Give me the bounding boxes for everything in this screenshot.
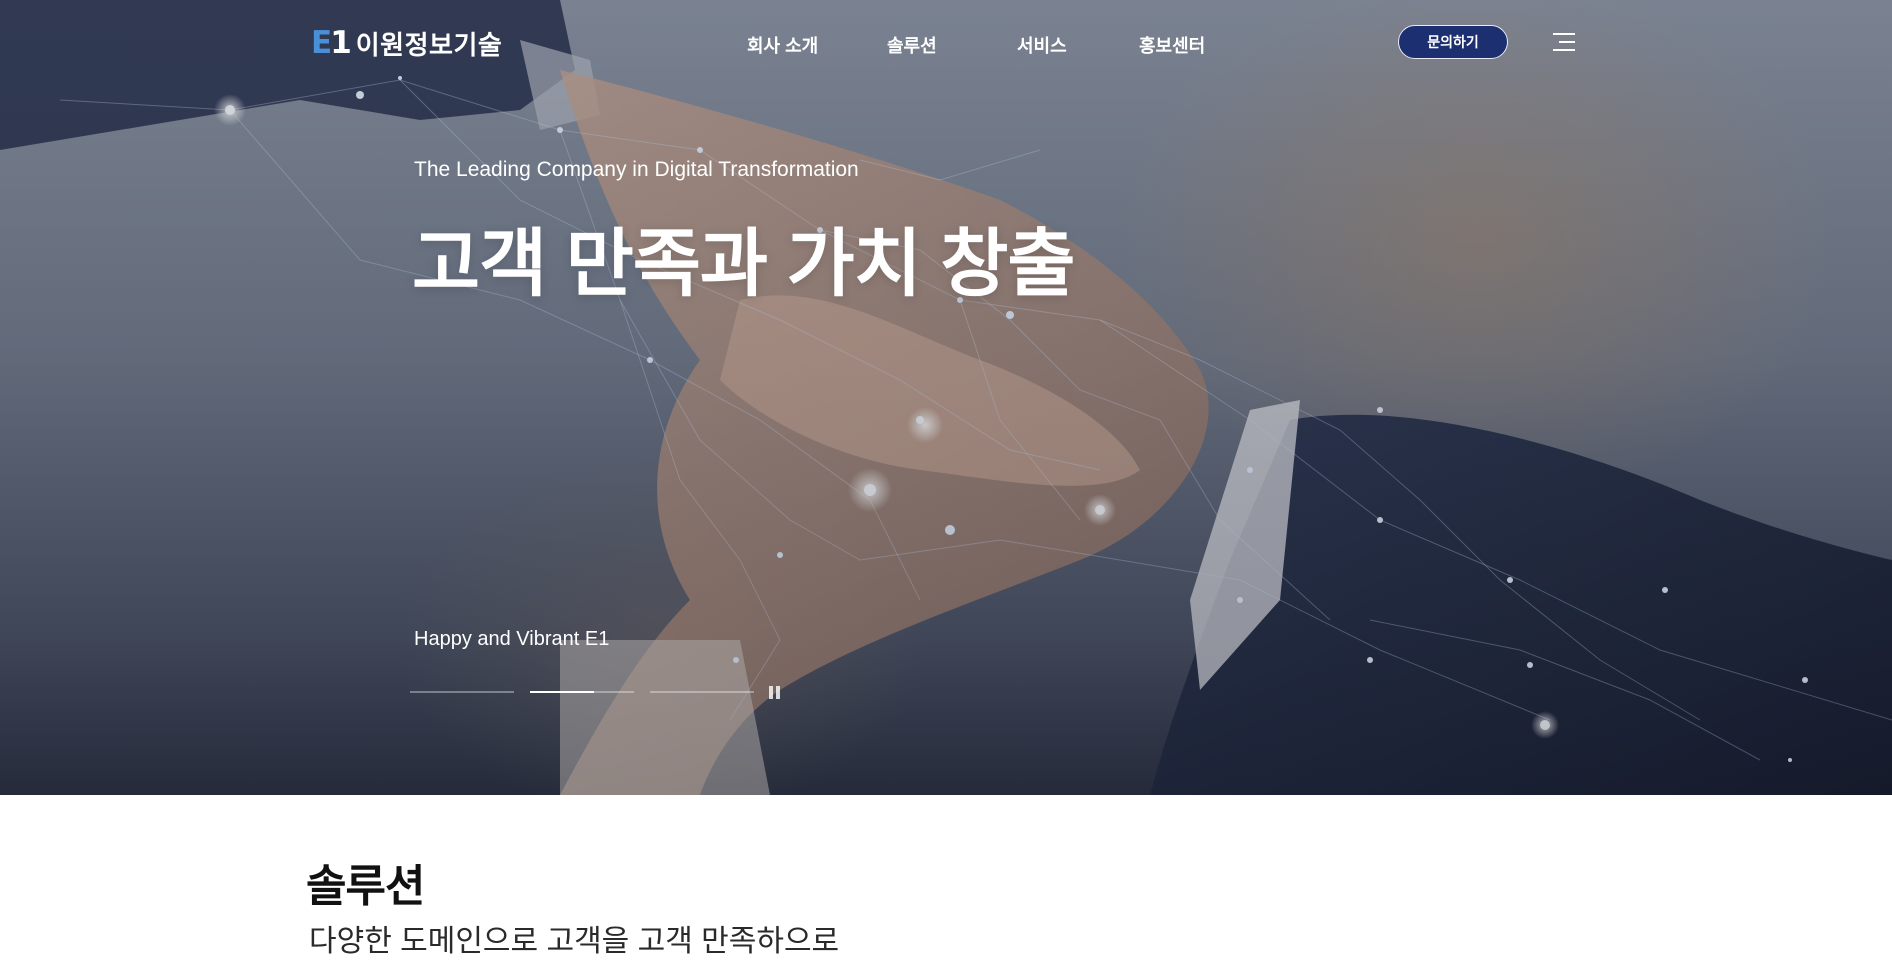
logo-text: 이원정보기술 [355, 29, 503, 60]
hero-title: 고객 만족과 가치 창출 [412, 222, 1075, 305]
slide-indicator-2-fill [530, 691, 595, 693]
company-logo[interactable]: E1 이원정보기술 [311, 25, 502, 61]
solutions-section-title: 솔루션 [306, 862, 425, 911]
hero-banner: E1 이원정보기술 회사 소개 솔루션 서비스 홍보센터 문의하기 The Le… [0, 0, 1892, 795]
slide-indicator-2[interactable] [530, 691, 634, 693]
slide-indicator-3[interactable] [650, 691, 754, 693]
solutions-section-subtitle: 다양한 도메인으로 고객을 고객 만족하으로 [309, 925, 840, 958]
hero-eyebrow: The Leading Company in Digital Transform… [414, 158, 859, 181]
slide-indicator-1[interactable] [410, 691, 514, 693]
nav-item-services[interactable]: 서비스 [1017, 32, 1067, 58]
nav-item-pr-center[interactable]: 홍보센터 [1139, 32, 1205, 58]
inquiry-button[interactable]: 문의하기 [1398, 25, 1508, 59]
logo-mark-one: 1 [330, 25, 352, 61]
nav-item-company[interactable]: 회사 소개 [747, 32, 818, 58]
hero-overlay [0, 0, 1892, 795]
logo-mark-e: E [311, 25, 332, 61]
pause-icon[interactable] [769, 686, 781, 699]
nav-item-solutions[interactable]: 솔루션 [887, 32, 937, 58]
hamburger-menu-icon[interactable] [1553, 33, 1575, 51]
slide-caption: Happy and Vibrant E1 [414, 628, 610, 650]
logo-mark: E1 [311, 25, 352, 61]
